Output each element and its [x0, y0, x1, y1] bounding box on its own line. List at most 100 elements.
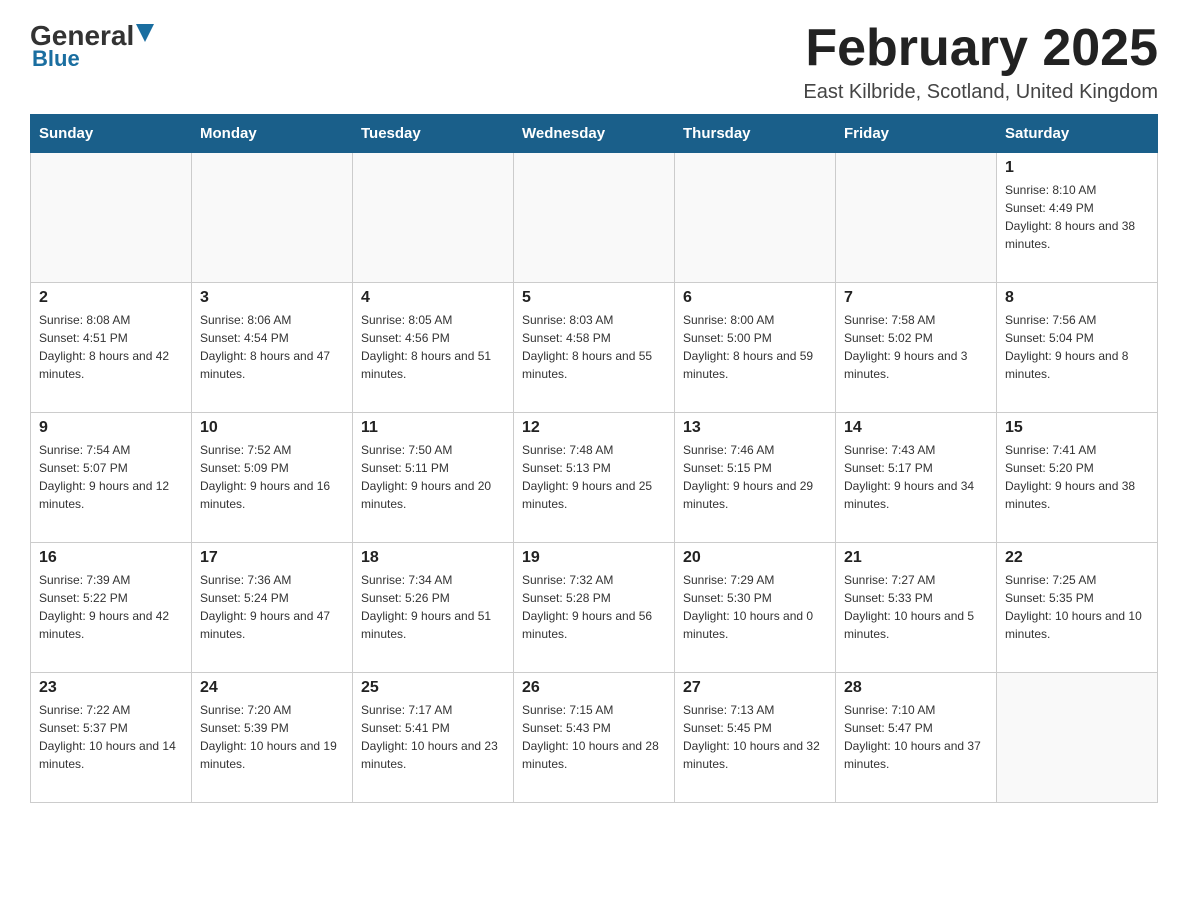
calendar-cell: [675, 153, 836, 283]
day-number: 10: [200, 419, 344, 437]
day-info: Sunrise: 7:41 AMSunset: 5:20 PMDaylight:…: [1005, 441, 1149, 513]
calendar-cell: 11 Sunrise: 7:50 AMSunset: 5:11 PMDayligh…: [353, 413, 514, 543]
day-number: 5: [522, 289, 666, 307]
calendar-cell: [353, 153, 514, 283]
day-number: 17: [200, 549, 344, 567]
calendar-cell: 16Sunrise: 7:39 AMSunset: 5:22 PMDayligh…: [31, 543, 192, 673]
calendar-cell: 2 Sunrise: 8:08 AMSunset: 4:51 PMDaylight…: [31, 283, 192, 413]
day-info: Sunrise: 7:32 AMSunset: 5:28 PMDaylight:…: [522, 571, 666, 643]
day-number: 28: [844, 679, 988, 697]
calendar-cell: 25 Sunrise: 7:17 AMSunset: 5:41 PMDayligh…: [353, 673, 514, 803]
location: East Kilbride, Scotland, United Kingdom: [803, 81, 1158, 104]
calendar-cell: 7Sunrise: 7:58 AMSunset: 5:02 PMDaylight…: [836, 283, 997, 413]
day-info: Sunrise: 7:13 AMSunset: 5:45 PMDaylight:…: [683, 701, 827, 773]
calendar-cell: 23 Sunrise: 7:22 AMSunset: 5:37 PMDayligh…: [31, 673, 192, 803]
calendar-cell: 12 Sunrise: 7:48 AMSunset: 5:13 PMDayligh…: [514, 413, 675, 543]
calendar-cell: 5 Sunrise: 8:03 AMSunset: 4:58 PMDaylight…: [514, 283, 675, 413]
logo: General Blue: [30, 20, 154, 72]
day-number: 25: [361, 679, 505, 697]
calendar-cell: 24 Sunrise: 7:20 AMSunset: 5:39 PMDayligh…: [192, 673, 353, 803]
day-info: Sunrise: 7:46 AMSunset: 5:15 PMDaylight:…: [683, 441, 827, 513]
day-info: Sunrise: 7:39 AMSunset: 5:22 PMDaylight:…: [39, 571, 183, 643]
day-info: Sunrise: 8:03 AMSunset: 4:58 PMDaylight:…: [522, 311, 666, 383]
calendar-cell: 14Sunrise: 7:43 AMSunset: 5:17 PMDayligh…: [836, 413, 997, 543]
calendar-cell: [997, 673, 1158, 803]
calendar-day-header: Tuesday: [353, 115, 514, 153]
calendar-cell: 20 Sunrise: 7:29 AMSunset: 5:30 PMDayligh…: [675, 543, 836, 673]
month-title: February 2025: [803, 20, 1158, 77]
day-info: Sunrise: 8:08 AMSunset: 4:51 PMDaylight:…: [39, 311, 183, 383]
day-number: 27: [683, 679, 827, 697]
page-header: General Blue February 2025 East Kilbride…: [30, 20, 1158, 104]
calendar-day-header: Friday: [836, 115, 997, 153]
calendar-cell: [514, 153, 675, 283]
day-info: Sunrise: 8:05 AMSunset: 4:56 PMDaylight:…: [361, 311, 505, 383]
logo-triangle-icon: [136, 24, 154, 48]
day-number: 19: [522, 549, 666, 567]
calendar-cell: 8 Sunrise: 7:56 AMSunset: 5:04 PMDaylight…: [997, 283, 1158, 413]
calendar-day-header: Monday: [192, 115, 353, 153]
calendar-week-row: 9 Sunrise: 7:54 AMSunset: 5:07 PMDaylight…: [31, 413, 1158, 543]
calendar-week-row: 23 Sunrise: 7:22 AMSunset: 5:37 PMDayligh…: [31, 673, 1158, 803]
day-number: 15: [1005, 419, 1149, 437]
day-number: 24: [200, 679, 344, 697]
day-number: 1: [1005, 159, 1149, 177]
day-info: Sunrise: 7:52 AMSunset: 5:09 PMDaylight:…: [200, 441, 344, 513]
calendar-cell: [31, 153, 192, 283]
day-info: Sunrise: 7:36 AMSunset: 5:24 PMDaylight:…: [200, 571, 344, 643]
calendar-cell: 18Sunrise: 7:34 AMSunset: 5:26 PMDayligh…: [353, 543, 514, 673]
day-number: 13: [683, 419, 827, 437]
day-number: 2: [39, 289, 183, 307]
calendar-cell: 21 Sunrise: 7:27 AMSunset: 5:33 PMDayligh…: [836, 543, 997, 673]
day-info: Sunrise: 7:17 AMSunset: 5:41 PMDaylight:…: [361, 701, 505, 773]
calendar-cell: 13 Sunrise: 7:46 AMSunset: 5:15 PMDayligh…: [675, 413, 836, 543]
day-number: 11: [361, 419, 505, 437]
day-info: Sunrise: 7:10 AMSunset: 5:47 PMDaylight:…: [844, 701, 988, 773]
calendar-week-row: 2 Sunrise: 8:08 AMSunset: 4:51 PMDaylight…: [31, 283, 1158, 413]
calendar-cell: 26Sunrise: 7:15 AMSunset: 5:43 PMDayligh…: [514, 673, 675, 803]
calendar-cell: [836, 153, 997, 283]
calendar-day-header: Saturday: [997, 115, 1158, 153]
day-number: 9: [39, 419, 183, 437]
calendar-cell: 19 Sunrise: 7:32 AMSunset: 5:28 PMDayligh…: [514, 543, 675, 673]
day-info: Sunrise: 7:43 AMSunset: 5:17 PMDaylight:…: [844, 441, 988, 513]
day-info: Sunrise: 7:56 AMSunset: 5:04 PMDaylight:…: [1005, 311, 1149, 383]
logo-blue-text: Blue: [30, 46, 80, 72]
calendar-table: SundayMondayTuesdayWednesdayThursdayFrid…: [30, 114, 1158, 803]
day-info: Sunrise: 7:29 AMSunset: 5:30 PMDaylight:…: [683, 571, 827, 643]
calendar-cell: 9 Sunrise: 7:54 AMSunset: 5:07 PMDaylight…: [31, 413, 192, 543]
calendar-cell: 22Sunrise: 7:25 AMSunset: 5:35 PMDayligh…: [997, 543, 1158, 673]
day-info: Sunrise: 7:48 AMSunset: 5:13 PMDaylight:…: [522, 441, 666, 513]
day-number: 4: [361, 289, 505, 307]
calendar-cell: 10 Sunrise: 7:52 AMSunset: 5:09 PMDayligh…: [192, 413, 353, 543]
calendar-cell: [192, 153, 353, 283]
day-info: Sunrise: 7:20 AMSunset: 5:39 PMDaylight:…: [200, 701, 344, 773]
calendar-cell: 1Sunrise: 8:10 AMSunset: 4:49 PMDaylight…: [997, 153, 1158, 283]
day-number: 3: [200, 289, 344, 307]
calendar-day-header: Sunday: [31, 115, 192, 153]
calendar-day-header: Thursday: [675, 115, 836, 153]
day-info: Sunrise: 8:06 AMSunset: 4:54 PMDaylight:…: [200, 311, 344, 383]
calendar-week-row: 1Sunrise: 8:10 AMSunset: 4:49 PMDaylight…: [31, 153, 1158, 283]
calendar-cell: 27 Sunrise: 7:13 AMSunset: 5:45 PMDayligh…: [675, 673, 836, 803]
day-number: 23: [39, 679, 183, 697]
day-info: Sunrise: 7:58 AMSunset: 5:02 PMDaylight:…: [844, 311, 988, 383]
calendar-cell: 3 Sunrise: 8:06 AMSunset: 4:54 PMDaylight…: [192, 283, 353, 413]
day-number: 26: [522, 679, 666, 697]
calendar-cell: 4 Sunrise: 8:05 AMSunset: 4:56 PMDaylight…: [353, 283, 514, 413]
calendar-day-header: Wednesday: [514, 115, 675, 153]
day-info: Sunrise: 7:27 AMSunset: 5:33 PMDaylight:…: [844, 571, 988, 643]
calendar-cell: 6Sunrise: 8:00 AMSunset: 5:00 PMDaylight…: [675, 283, 836, 413]
day-number: 8: [1005, 289, 1149, 307]
calendar-cell: 15 Sunrise: 7:41 AMSunset: 5:20 PMDayligh…: [997, 413, 1158, 543]
day-number: 6: [683, 289, 827, 307]
title-section: February 2025 East Kilbride, Scotland, U…: [803, 20, 1158, 104]
day-number: 20: [683, 549, 827, 567]
day-number: 21: [844, 549, 988, 567]
calendar-cell: 28 Sunrise: 7:10 AMSunset: 5:47 PMDayligh…: [836, 673, 997, 803]
day-info: Sunrise: 7:50 AMSunset: 5:11 PMDaylight:…: [361, 441, 505, 513]
day-info: Sunrise: 7:22 AMSunset: 5:37 PMDaylight:…: [39, 701, 183, 773]
day-number: 22: [1005, 549, 1149, 567]
day-info: Sunrise: 7:54 AMSunset: 5:07 PMDaylight:…: [39, 441, 183, 513]
day-number: 12: [522, 419, 666, 437]
